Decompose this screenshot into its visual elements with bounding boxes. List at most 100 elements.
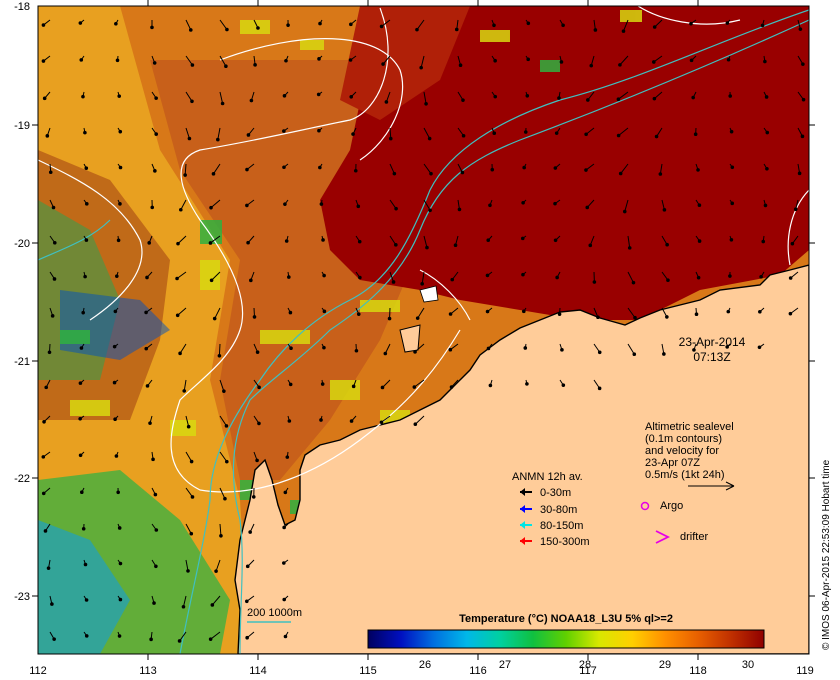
- velocity-arrowhead: [790, 241, 795, 246]
- velocity-arrowhead: [490, 167, 495, 172]
- velocity-arrowhead: [47, 350, 52, 355]
- velocity-arrowhead: [349, 22, 353, 27]
- velocity-arrowhead: [175, 313, 180, 318]
- velocity-arrowhead: [697, 239, 702, 243]
- velocity-arrowhead: [255, 458, 259, 463]
- x-tick-label: 118: [689, 665, 707, 677]
- velocity-arrowhead: [287, 275, 291, 279]
- velocity-arrowhead: [763, 203, 768, 208]
- velocity-arrowhead: [697, 203, 702, 208]
- velocity-arrowhead: [150, 25, 154, 30]
- velocity-arrowhead: [113, 417, 117, 422]
- velocity-arrowhead: [689, 58, 694, 63]
- velocity-arrowhead: [153, 169, 157, 173]
- velocity-arrowhead: [394, 206, 398, 211]
- velocity-arrowhead: [765, 130, 770, 135]
- velocity-arrowhead: [317, 57, 321, 61]
- x-tick-label: 114: [249, 665, 267, 677]
- velocity-arrowhead: [84, 202, 89, 206]
- velocity-arrowhead: [51, 205, 56, 210]
- velocity-arrowhead: [50, 314, 55, 318]
- velocity-arrowhead: [245, 599, 249, 604]
- velocity-arrowhead: [220, 101, 225, 106]
- velocity-arrowhead: [379, 24, 384, 29]
- velocity-arrowhead: [154, 564, 158, 569]
- y-tick-label: -21: [14, 356, 30, 368]
- velocity-arrowhead: [288, 310, 293, 315]
- velocity-arrowhead: [486, 346, 491, 351]
- velocity-arrowhead: [728, 274, 732, 278]
- velocity-arrowhead: [41, 491, 46, 496]
- velocity-arrowhead: [725, 21, 730, 25]
- velocity-arrowhead: [394, 243, 398, 247]
- velocity-arrowhead: [217, 353, 222, 358]
- velocity-arrowhead: [652, 25, 657, 29]
- velocity-arrowhead: [246, 240, 250, 245]
- velocity-arrowhead: [383, 351, 388, 356]
- velocity-arrowhead: [729, 129, 734, 134]
- velocity-arrowhead: [115, 58, 120, 63]
- velocity-arrowhead: [689, 21, 693, 26]
- velocity-arrowhead: [764, 95, 769, 99]
- velocity-arrowhead: [81, 94, 85, 99]
- velocity-arrowhead: [561, 383, 566, 387]
- velocity-arrowhead: [245, 167, 249, 172]
- velocity-arrowhead: [208, 241, 213, 245]
- velocity-arrowhead: [358, 275, 362, 280]
- velocity-arrowhead: [225, 459, 229, 464]
- velocity-arrowhead: [249, 278, 253, 283]
- velocity-arrowhead: [450, 277, 455, 282]
- velocity-arrowhead: [245, 564, 250, 569]
- velocity-arrowhead: [43, 529, 48, 533]
- velocity-arrowhead: [415, 27, 419, 32]
- velocity-arrowhead: [176, 241, 180, 246]
- velocity-arrowhead: [144, 310, 148, 315]
- velocity-arrowhead: [800, 134, 805, 139]
- x-tick-label: 115: [359, 665, 377, 677]
- velocity-arrowhead: [665, 242, 669, 247]
- velocity-arrowhead: [44, 385, 49, 390]
- velocity-arrowhead: [283, 634, 288, 639]
- velocity-arrowhead: [208, 637, 213, 641]
- velocity-arrowhead: [693, 132, 698, 137]
- velocity-arrowhead: [420, 282, 424, 286]
- velocity-arrowhead: [554, 131, 559, 135]
- velocity-arrowhead: [84, 166, 89, 170]
- velocity-arrowhead: [348, 58, 353, 62]
- velocity-arrowhead: [252, 315, 257, 319]
- velocity-arrowhead: [114, 21, 118, 26]
- velocity-arrowhead: [321, 238, 325, 242]
- colorbar-tick: 26: [419, 659, 431, 671]
- velocity-arrowhead: [460, 170, 465, 175]
- velocity-arrowhead: [41, 59, 46, 63]
- velocity-arrowhead: [282, 129, 286, 133]
- velocity-arrowhead: [666, 278, 670, 282]
- velocity-arrowhead: [788, 311, 793, 316]
- velocity-arrowhead: [154, 528, 159, 532]
- velocity-arrowhead: [729, 237, 734, 242]
- velocity-arrowhead: [118, 561, 123, 566]
- velocity-arrowhead: [45, 134, 50, 138]
- velocity-arrowhead: [322, 273, 326, 278]
- x-tick-label: 113: [139, 665, 157, 677]
- y-tick-label: -22: [14, 473, 30, 485]
- velocity-arrowhead: [46, 566, 51, 570]
- bathy-legend-label: 200 1000m: [247, 607, 302, 619]
- velocity-arrowhead: [319, 202, 324, 206]
- velocity-arrowhead: [616, 97, 621, 102]
- velocity-arrowhead: [219, 533, 223, 538]
- velocity-arrowhead: [118, 129, 123, 134]
- velocity-arrowhead: [381, 62, 385, 66]
- velocity-arrowhead: [388, 136, 393, 141]
- velocity-arrowhead: [153, 492, 158, 497]
- velocity-arrowhead: [116, 490, 120, 495]
- velocity-arrowhead: [286, 23, 290, 27]
- velocity-arrowhead: [588, 243, 593, 248]
- velocity-arrowhead: [349, 419, 354, 423]
- velocity-arrowhead: [154, 96, 158, 100]
- velocity-arrowhead: [616, 133, 621, 138]
- velocity-arrowhead: [41, 455, 46, 459]
- velocity-arrowhead: [282, 165, 286, 170]
- velocity-arrowhead: [553, 201, 557, 206]
- velocity-arrowhead: [525, 382, 529, 386]
